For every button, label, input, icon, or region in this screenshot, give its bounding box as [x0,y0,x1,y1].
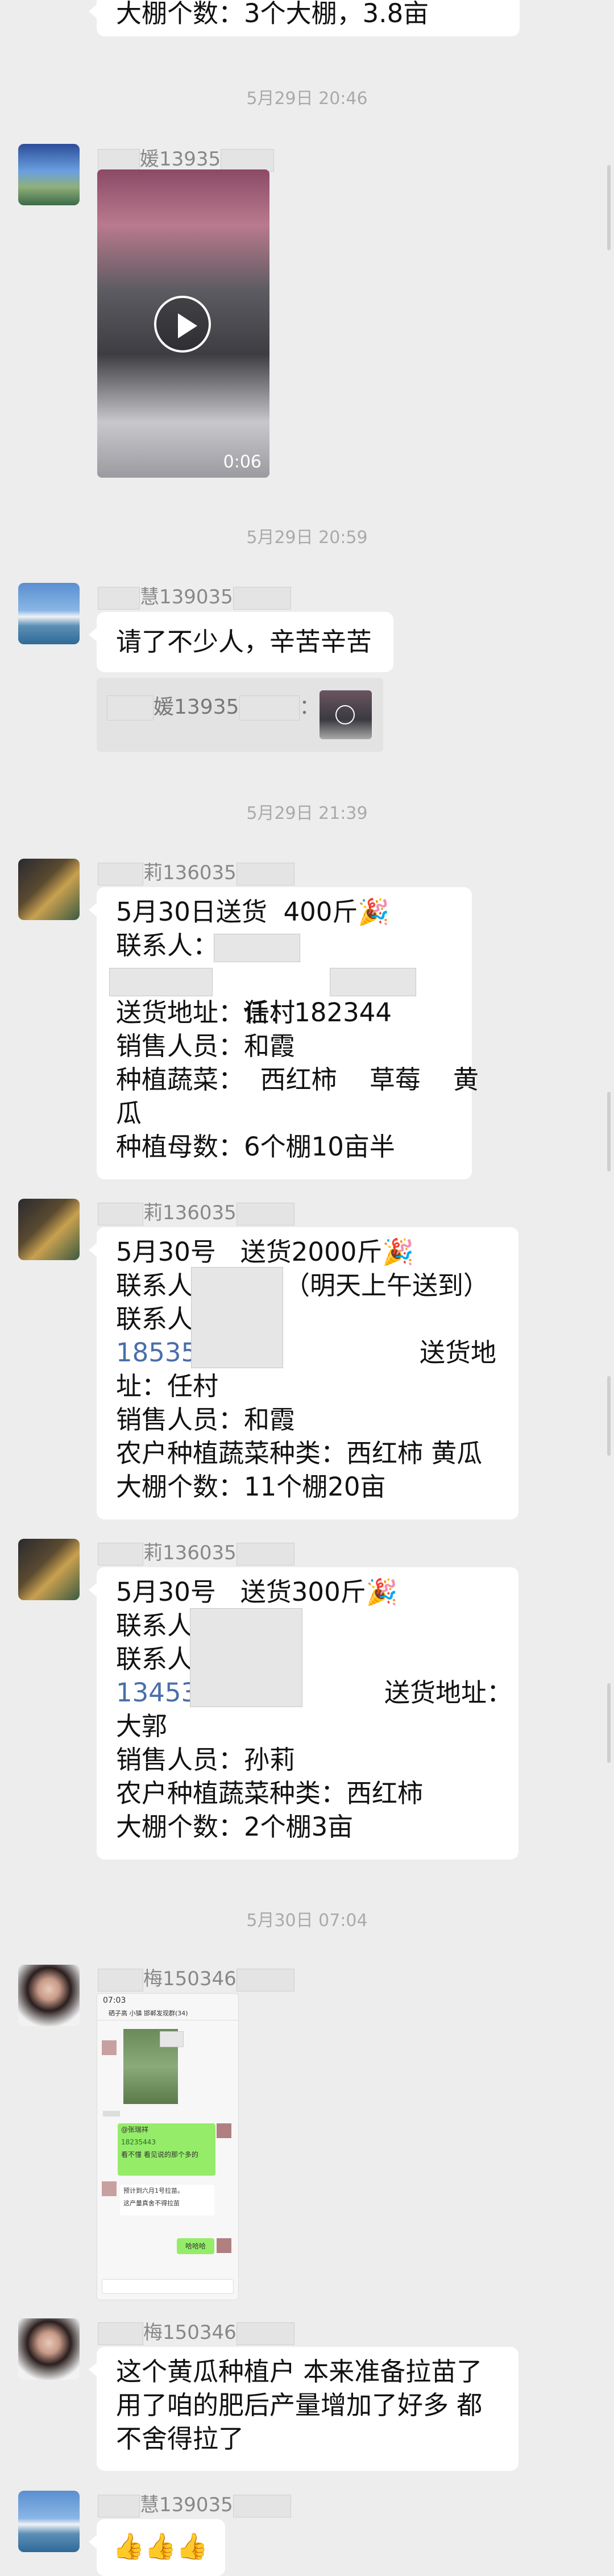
message-bubble[interactable]: 5月30号 送货300斤🎉 联系人 联系人 13453 送货地址： 大郭 销售人… [89,1567,518,1859]
video-message[interactable]: 0:06 [97,169,269,478]
sender-name: 莉136035 [98,1537,294,1566]
sender-name: 莉136035 [98,1197,294,1225]
mini-green-bubble: @张瑞祥 18235443 看不懂 看见说的那个多的 [118,2123,215,2176]
screenshot-time: 07:03 [103,1996,126,2005]
scrollbar[interactable] [607,1376,611,1456]
message-bubble[interactable]: 请了不少人，辛苦辛苦 [89,612,393,672]
message-line: 大棚个数：11个棚20亩 [116,1472,386,1502]
message-bubble[interactable]: 5月30号 送货2000斤🎉 联系人 （明天上午送到） 联系人： 18535 送… [89,1227,518,1519]
message-line: 销售人员：和霞 [116,1405,296,1435]
message-line: 种植蔬菜： 西红柿 草莓 黄 [116,1065,479,1095]
message-line: 销售人员：孙莉 [116,1745,296,1775]
message-text: 请了不少人，辛苦辛苦 [116,627,372,657]
message-line: 送货地 [420,1337,497,1368]
message-line: 不舍得拉了 [116,2424,244,2454]
message-line: 5月30日送货 400斤🎉 [116,897,390,927]
avatar-woman[interactable] [18,2318,80,2380]
message-bubble-top[interactable]: 大棚个数：3个大棚，3.8亩 [89,0,520,36]
message-line: 5月30号 送货300斤🎉 [116,1577,398,1607]
message-line: 销售人员：和霞 [116,1031,296,1061]
message-line: 种植母数：6个棚10亩半 [116,1132,395,1162]
timestamp: 5月29日 20:46 [246,89,368,109]
quote-reply[interactable]: 媛13935： [97,678,383,752]
message-bubble[interactable]: 5月30日送货 400斤🎉 联系人： 话：182344 送货地址：任村 销售人员… [89,887,479,1179]
mini-avatar [217,2123,231,2138]
sender-name: 慧139035 [98,2489,291,2517]
avatar-cartoon[interactable] [18,1199,80,1260]
message-line: 联系人 [116,1610,193,1641]
scrollbar[interactable] [607,1683,611,1763]
message-text: 👍👍👍 [113,2531,209,2561]
quote-sender: 媛13935 [154,695,239,719]
message-line: 用了咱的肥后产量增加了好多 都 [116,2390,483,2420]
message-line: 址：任村 [116,1371,219,1401]
message-line: （明天上午送到） [284,1270,489,1301]
avatar-lake[interactable] [18,2491,80,2552]
screenshot-title: 硒子高 小镇 邯郸发现群(34) [109,2010,188,2017]
message-line: 送货地址：任村 [116,997,296,1028]
message-line: 农户种植蔬菜种类：西红柿 [116,1778,424,1808]
sender-name: 梅150346 [98,1963,294,1991]
message-line: 联系人： [116,930,219,960]
sender-name: 慧139035 [98,581,291,610]
image-message[interactable]: 07:03 硒子高 小镇 邯郸发现群(34) @张瑞祥 18235443 看不懂… [97,1993,239,2300]
message-line: 5月30号 送货2000斤🎉 [116,1237,414,1267]
video-duration: 0:06 [223,452,262,472]
quote-video-thumb[interactable] [320,690,372,739]
avatar-cartoon[interactable] [18,859,80,920]
scrollbar[interactable] [607,1092,611,1171]
redacted-contact [191,1267,283,1368]
avatar-cartoon[interactable] [18,1539,80,1600]
message-line: 联系人 [116,1644,193,1674]
avatar-landscape[interactable] [18,144,80,205]
mini-white-bubble: 预计到六月1号拉苗。 这产量真舍不得拉苗 [120,2185,214,2215]
mini-avatar [102,2040,117,2055]
timestamp: 5月29日 20:59 [246,528,368,548]
message-bubble[interactable]: 👍👍👍 [89,2519,225,2576]
sender-name: 莉136035 [98,857,294,885]
message-text: 大棚个数：3个大棚，3.8亩 [116,0,429,28]
message-line: 农户种植蔬菜种类：西红柿 黄瓜 [116,1438,483,1468]
mini-avatar [102,2181,117,2196]
message-line: 送货地址： [384,1678,513,1708]
timestamp: 5月30日 07:04 [246,1911,368,1931]
avatar-woman[interactable] [18,1965,80,2026]
timestamp: 5月29日 21:39 [246,804,368,823]
message-line: 这个黄瓜种植户 本来准备拉苗了 [116,2356,483,2387]
scrollbar[interactable] [607,165,611,250]
mini-input-bar [102,2279,234,2294]
mini-avatar [217,2238,231,2253]
avatar-lake[interactable] [18,583,80,644]
redacted-contact [190,1608,302,1707]
sender-name: 梅150346 [98,2317,294,2345]
redacted-phone [330,968,416,996]
message-line: 大棚个数：2个棚3亩 [116,1812,354,1842]
play-icon[interactable] [154,296,211,353]
redacted-text [109,968,213,996]
redacted-name [214,934,300,962]
phone-link[interactable]: 18535 [116,1336,197,1369]
message-line: 瓜 [116,1098,142,1128]
message-line: 联系人 [116,1270,193,1301]
mini-reply: 哈哈哈 [177,2238,214,2254]
phone-link[interactable]: 13453 [116,1676,197,1709]
play-icon [335,705,355,724]
message-bubble[interactable]: 这个黄瓜种植户 本来准备拉苗了 用了咱的肥后产量增加了好多 都 不舍得拉了 [89,2347,518,2471]
sender-name: 媛13935 [98,143,275,172]
message-line: 大郭 [116,1711,168,1741]
